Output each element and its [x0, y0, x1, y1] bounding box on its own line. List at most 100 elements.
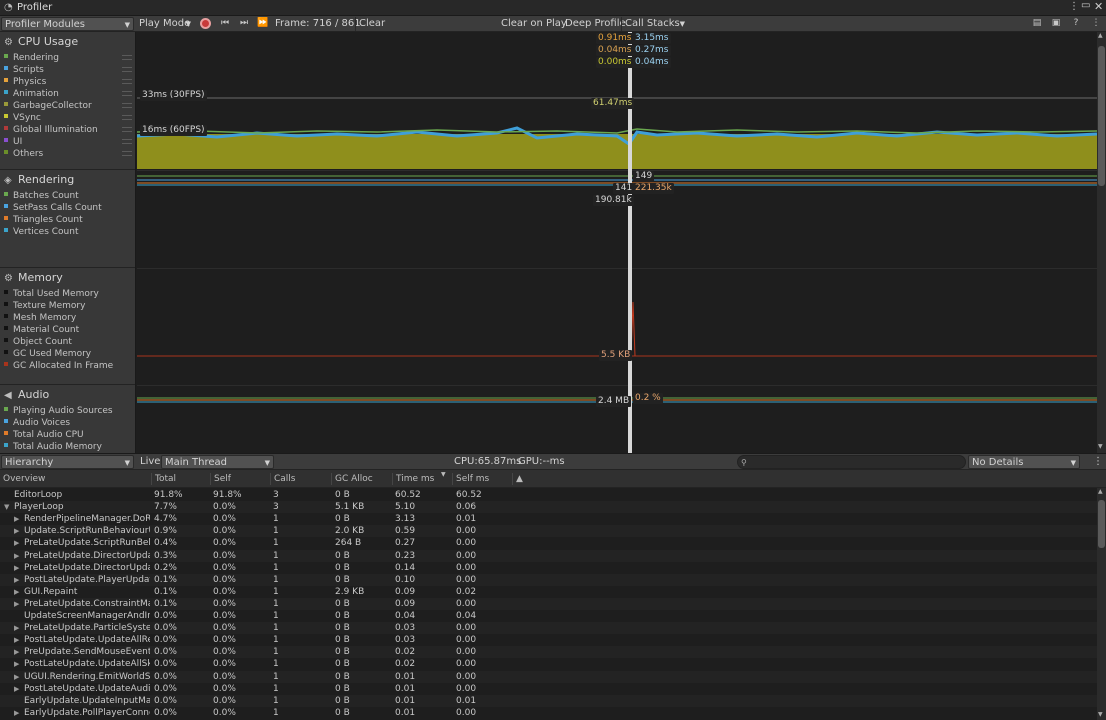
drag-handle-icon[interactable] [122, 139, 132, 144]
legend-item[interactable]: Others [4, 148, 43, 160]
legend-item[interactable]: GC Used Memory [4, 348, 91, 360]
drag-handle-icon[interactable] [122, 91, 132, 96]
column-gc-alloc[interactable]: GC Alloc [331, 473, 391, 485]
module-audio[interactable]: ◀ Audio Playing Audio Sources Audio Voice… [0, 385, 135, 453]
module-memory[interactable]: ⚙ Memory Total Used Memory Texture Memory… [0, 268, 135, 385]
foldout-arrow-icon[interactable]: ▶ [14, 646, 24, 658]
search-field[interactable]: ⚲ [737, 455, 966, 469]
legend-item[interactable]: Material Count [4, 324, 79, 336]
legend-item[interactable]: Texture Memory [4, 300, 85, 312]
table-row[interactable]: ▶ GUI.Repaint 0.1% 0.0% 1 2.9 KB 0.09 0.02 [0, 586, 1097, 598]
graphs-scrollbar[interactable]: ▲ ▼ [1097, 32, 1106, 453]
legend-item[interactable]: Animation [4, 88, 59, 100]
scrollbar-thumb[interactable] [1098, 500, 1105, 548]
profiler-modules-dropdown[interactable]: Profiler Modules ▼ [1, 17, 134, 31]
details-options-button[interactable]: ⋮ [1090, 455, 1106, 469]
legend-item[interactable]: Object Count [4, 336, 72, 348]
foldout-arrow-icon[interactable]: ▶ [14, 574, 24, 586]
legend-item[interactable]: Scripts [4, 64, 44, 76]
legend-item[interactable]: Batches Count [4, 190, 79, 202]
foldout-arrow-icon[interactable]: ▶ [14, 634, 24, 646]
drag-handle-icon[interactable] [122, 103, 132, 108]
table-row[interactable]: ▼ PlayerLoop 7.7% 0.0% 3 5.1 KB 5.10 0.06 [0, 501, 1097, 514]
legend-item[interactable]: Mesh Memory [4, 312, 76, 324]
foldout-arrow-icon[interactable]: ▶ [14, 658, 24, 670]
legend-item[interactable]: Total Audio Memory [4, 441, 102, 453]
clear-on-play-button[interactable]: Clear on Play [498, 17, 570, 31]
search-input[interactable] [750, 457, 951, 467]
legend-item[interactable]: Audio Voices [4, 417, 70, 429]
thread-dropdown[interactable]: Main Thread ▼ [161, 455, 274, 469]
legend-item[interactable]: Total Used Memory [4, 288, 99, 300]
table-row[interactable]: EarlyUpdate.UpdateInputMan 0.0% 0.0% 1 0 B 0.… [0, 694, 1097, 707]
foldout-arrow-icon[interactable]: ▶ [14, 550, 24, 562]
record-button[interactable] [197, 17, 213, 31]
legend-item[interactable]: Global Illumination [4, 124, 98, 136]
live-toggle[interactable]: Live [137, 455, 163, 469]
save-button[interactable]: ▣ [1048, 17, 1064, 31]
foldout-arrow-icon[interactable]: ▶ [14, 622, 24, 634]
drag-handle-icon[interactable] [122, 79, 132, 84]
scroll-up-icon[interactable]: ▲ [1098, 488, 1103, 495]
foldout-arrow-icon[interactable]: ▶ [14, 671, 24, 683]
legend-item[interactable]: UI [4, 136, 22, 148]
foldout-arrow-icon[interactable]: ▶ [14, 525, 24, 537]
deep-profile-button[interactable]: Deep Profile [562, 17, 629, 31]
details-dropdown[interactable]: No Details ▼ [968, 455, 1080, 469]
table-row[interactable]: ▶ PreLateUpdate.DirectorUpdat 0.2% 0.0% 1 0 B… [0, 562, 1097, 574]
maximize-icon[interactable]: ▭ [1081, 0, 1090, 11]
column-total[interactable]: Total [151, 473, 209, 485]
window-title[interactable]: Profiler [17, 2, 52, 13]
table-row[interactable]: ▶ EarlyUpdate.PollPlayerConne 0.0% 0.0% 1 0 B… [0, 707, 1097, 719]
table-row[interactable]: ▶ PostLateUpdate.UpdateAudio 0.0% 0.0% 1 0 B 0… [0, 683, 1097, 695]
table-row[interactable]: ▶ PreLateUpdate.DirectorUpdat 0.3% 0.0% 1 0 B… [0, 549, 1097, 562]
column-self[interactable]: Self [210, 473, 268, 485]
table-row[interactable]: EditorLoop 91.8% 91.8% 3 0 B 60.52 60.52 [0, 489, 1097, 501]
table-row[interactable]: ▶ PreLateUpdate.ScriptRunBeh 0.4% 0.0% 1 264 … [0, 537, 1097, 549]
profiler-graphs[interactable]: 0.91ms 0.04ms 0.00ms 3.15ms 0.27ms 0.04m… [137, 32, 1097, 453]
column-self-ms[interactable]: Self ms [452, 473, 510, 485]
options-button[interactable]: ⋮ [1088, 17, 1104, 31]
help-button[interactable]: ? [1068, 17, 1084, 31]
drag-handle-icon[interactable] [122, 151, 132, 156]
module-rendering[interactable]: ◈ Rendering Batches Count SetPass Calls C… [0, 170, 135, 268]
table-row[interactable]: ▶ PreLateUpdate.ParticleSyste 0.0% 0.0% 1 0 B… [0, 622, 1097, 635]
next-frame-button[interactable]: ⏭ [236, 17, 252, 31]
drag-handle-icon[interactable] [122, 67, 132, 72]
load-button[interactable]: ▤ [1029, 17, 1045, 31]
legend-item[interactable]: GC Allocated In Frame [4, 360, 113, 372]
legend-item[interactable]: VSync [4, 112, 41, 124]
scroll-up-icon[interactable]: ▲ [1098, 32, 1103, 39]
foldout-arrow-icon[interactable]: ▶ [14, 598, 24, 610]
legend-item[interactable]: Vertices Count [4, 226, 79, 238]
legend-item[interactable]: Playing Audio Sources [4, 405, 113, 417]
view-dropdown[interactable]: Hierarchy ▼ [1, 455, 134, 469]
expanded-arrow-icon[interactable]: ▼ [4, 501, 14, 513]
table-row[interactable]: UpdateScreenManagerAndIn 0.0% 0.0% 1 0 B 0.04… [0, 610, 1097, 622]
foldout-arrow-icon[interactable]: ▶ [14, 537, 24, 549]
play-mode-dropdown[interactable]: Play Mode ▼ [136, 17, 193, 31]
legend-item[interactable]: Triangles Count [4, 214, 83, 226]
current-frame-button[interactable]: ⏩ [255, 17, 271, 31]
legend-item[interactable]: GarbageCollector [4, 100, 92, 112]
table-row[interactable]: ▶ PostLateUpdate.PlayerUpdat 0.1% 0.0% 1 0 B 0… [0, 573, 1097, 586]
clear-button[interactable]: Clear [355, 17, 388, 31]
table-row[interactable]: ▶ PreLateUpdate.ConstraintMa 0.1% 0.0% 1 0 B 0… [0, 597, 1097, 610]
menu-dots-icon[interactable]: ⋮ [1069, 1, 1079, 12]
drag-handle-icon[interactable] [122, 55, 132, 60]
foldout-arrow-icon[interactable]: ▶ [14, 707, 24, 719]
scroll-down-icon[interactable]: ▼ [1098, 711, 1103, 718]
foldout-arrow-icon[interactable]: ▶ [14, 513, 24, 525]
scroll-down-icon[interactable]: ▼ [1098, 443, 1103, 450]
drag-handle-icon[interactable] [122, 115, 132, 120]
column-chooser-button[interactable]: ▲ [512, 473, 528, 485]
hierarchy-scrollbar[interactable]: ▲ ▼ [1097, 488, 1106, 720]
table-row[interactable]: ▶ PostLateUpdate.UpdateAllSki 0.0% 0.0% 1 0 B… [0, 658, 1097, 670]
first-frame-button[interactable]: ⏮ [217, 17, 233, 31]
legend-item[interactable]: Physics [4, 76, 46, 88]
table-row[interactable]: ▶ PreUpdate.SendMouseEvents 0.0% 0.0% 1 0 B 0.… [0, 646, 1097, 659]
table-row[interactable]: ▶ PostLateUpdate.UpdateAllRe 0.0% 0.0% 1 0 B 0… [0, 634, 1097, 646]
foldout-arrow-icon[interactable]: ▶ [14, 586, 24, 598]
column-calls[interactable]: Calls [270, 473, 330, 485]
legend-item[interactable]: Total Audio CPU [4, 429, 84, 441]
